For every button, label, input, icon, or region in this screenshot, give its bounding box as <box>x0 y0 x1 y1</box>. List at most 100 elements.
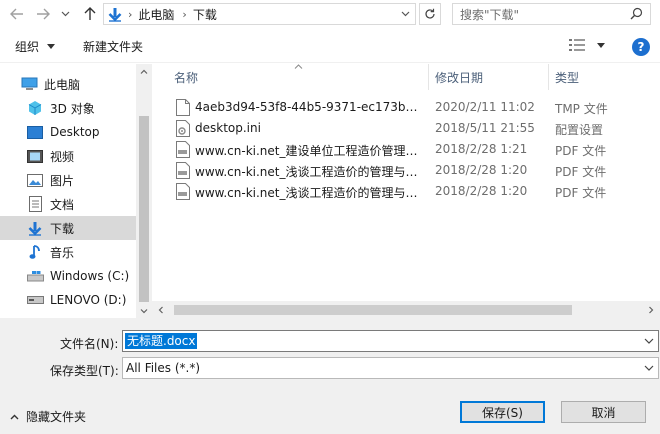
filename-value: 无标题.docx <box>125 333 198 349</box>
chevron-down-icon <box>644 365 654 371</box>
scroll-right-arrow-icon[interactable] <box>643 301 660 318</box>
caret-down-icon <box>47 44 56 49</box>
column-header-date[interactable]: 修改日期 <box>435 64 483 90</box>
file-date: 2018/5/11 21:55 <box>435 121 535 135</box>
file-type: 配置设置 <box>555 123 604 137</box>
hide-folders-toggle[interactable]: 隐藏文件夹 <box>10 408 86 425</box>
forward-button[interactable] <box>32 3 54 25</box>
column-divider[interactable] <box>548 64 549 90</box>
filetype-select[interactable]: All Files (*.*) <box>122 357 659 379</box>
hide-folders-label: 隐藏文件夹 <box>26 410 87 424</box>
file-date: 2018/2/28 1:20 <box>435 184 528 198</box>
recent-locations-button[interactable] <box>58 3 72 25</box>
nav-label: 图片 <box>50 173 75 188</box>
search-icon <box>630 7 643 20</box>
nav-label: LENOVO (D:) <box>50 293 127 307</box>
filename-label: 文件名(N): <box>60 337 119 351</box>
column-label: 类型 <box>555 70 580 85</box>
nav-item-videos[interactable]: 视频 <box>0 144 136 168</box>
chevron-up-icon <box>10 414 19 419</box>
nav-label: Desktop <box>50 125 100 139</box>
column-header-type[interactable]: 类型 <box>555 64 579 90</box>
save-button[interactable]: 保存(S) <box>460 401 545 423</box>
nav-item-3d-objects[interactable]: 3D 对象 <box>0 96 136 120</box>
drive-icon <box>26 291 44 309</box>
column-label: 修改日期 <box>435 70 484 85</box>
nav-item-pictures[interactable]: 图片 <box>0 168 136 192</box>
file-type: TMP 文件 <box>555 102 608 116</box>
nav-item-downloads[interactable]: 下载 <box>0 216 136 240</box>
file-name: desktop.ini <box>195 121 261 135</box>
up-arrow-icon <box>84 7 96 20</box>
nav-label: 音乐 <box>50 245 75 260</box>
file-date: 2018/2/28 1:21 <box>435 142 528 156</box>
chevron-down-icon[interactable] <box>644 335 654 347</box>
new-folder-label: 新建文件夹 <box>83 40 144 54</box>
scroll-up-arrow-icon[interactable] <box>136 64 152 78</box>
file-type: PDF 文件 <box>555 186 607 200</box>
nav-item-documents[interactable]: 文档 <box>0 192 136 216</box>
column-divider[interactable] <box>428 64 429 90</box>
file-row[interactable]: 4aeb3d94-53f8-44b5-9371-ec173bc4... 2020… <box>152 97 660 118</box>
command-toolbar: 组织 新建文件夹 ? <box>0 30 660 63</box>
scroll-left-arrow-icon[interactable] <box>152 301 169 318</box>
scroll-down-arrow-icon[interactable] <box>136 304 152 318</box>
cancel-button[interactable]: 取消 <box>561 401 646 423</box>
nav-vertical-scrollbar[interactable] <box>136 64 152 318</box>
save-form: 文件名(N): 无标题.docx 保存类型(T): All Files (*.*… <box>0 318 660 434</box>
new-folder-button[interactable]: 新建文件夹 <box>83 38 143 55</box>
music-icon <box>26 243 44 261</box>
column-header-name[interactable]: 名称 <box>174 64 198 90</box>
file-horizontal-scrollbar[interactable] <box>152 301 660 318</box>
computer-icon <box>20 75 38 93</box>
file-type: PDF 文件 <box>555 144 607 158</box>
caret-down-icon <box>597 42 605 48</box>
nav-item-desktop[interactable]: Desktop <box>0 120 136 144</box>
nav-item-music[interactable]: 音乐 <box>0 240 136 264</box>
change-view-button[interactable] <box>569 39 605 51</box>
save-label: 保存(S) <box>482 405 523 420</box>
address-bar: › 此电脑 › 下载 搜索"下载" <box>0 0 660 30</box>
help-button[interactable]: ? <box>632 38 650 56</box>
file-row[interactable]: www.cn-ki.net_浅谈工程造价的管理与控... 2018/2/28 1… <box>152 181 660 202</box>
nav-label: 此电脑 <box>44 77 81 92</box>
nav-item-windows-c[interactable]: Windows (C:) <box>0 264 136 288</box>
sort-ascending-icon <box>294 64 303 69</box>
desktop-icon <box>26 123 44 141</box>
nav-label: 3D 对象 <box>50 101 95 116</box>
nav-item-this-pc[interactable]: 此电脑 <box>0 72 136 96</box>
settings-file-icon <box>176 120 190 137</box>
nav-label: Windows (C:) <box>50 269 130 283</box>
refresh-button[interactable] <box>419 3 441 25</box>
pdf-file-icon <box>176 162 190 179</box>
drive-icon <box>26 267 44 285</box>
crumb-separator-icon: › <box>128 7 133 21</box>
downloads-icon <box>104 4 126 24</box>
file-row[interactable]: www.cn-ki.net_建设单位工程造价管理与... 2018/2/28 1… <box>152 139 660 160</box>
organize-button[interactable]: 组织 <box>15 38 56 55</box>
search-input[interactable]: 搜索"下载" <box>452 3 651 25</box>
filetype-label: 保存类型(T): <box>50 364 119 378</box>
breadcrumb-this-pc[interactable]: 此电脑 <box>138 6 174 23</box>
nav-item-lenovo-d[interactable]: LENOVO (D:) <box>0 288 136 312</box>
blank-file-icon <box>176 99 190 116</box>
file-type: PDF 文件 <box>555 165 607 179</box>
scrollbar-thumb[interactable] <box>139 116 149 302</box>
up-button[interactable] <box>79 3 101 25</box>
details-view-icon <box>569 39 585 51</box>
file-row[interactable]: www.cn-ki.net_浅谈工程造价的管理与控... 2018/2/28 1… <box>152 160 660 181</box>
address-dropdown-button[interactable] <box>398 7 412 21</box>
file-date: 2020/2/11 11:02 <box>435 100 535 114</box>
file-row[interactable]: desktop.ini 2018/5/11 21:55 配置设置 <box>152 118 660 139</box>
scrollbar-thumb[interactable] <box>174 305 572 315</box>
video-icon <box>26 147 44 165</box>
documents-icon <box>26 195 44 213</box>
organize-label: 组织 <box>15 40 40 54</box>
column-label: 名称 <box>174 70 199 85</box>
back-button[interactable] <box>6 3 28 25</box>
filetype-value: All Files (*.*) <box>126 361 201 375</box>
breadcrumb-downloads[interactable]: 下载 <box>193 6 217 23</box>
filename-input[interactable]: 无标题.docx <box>122 330 659 352</box>
file-date: 2018/2/28 1:20 <box>435 163 528 177</box>
address-breadcrumb[interactable]: › 此电脑 › 下载 <box>103 3 416 25</box>
